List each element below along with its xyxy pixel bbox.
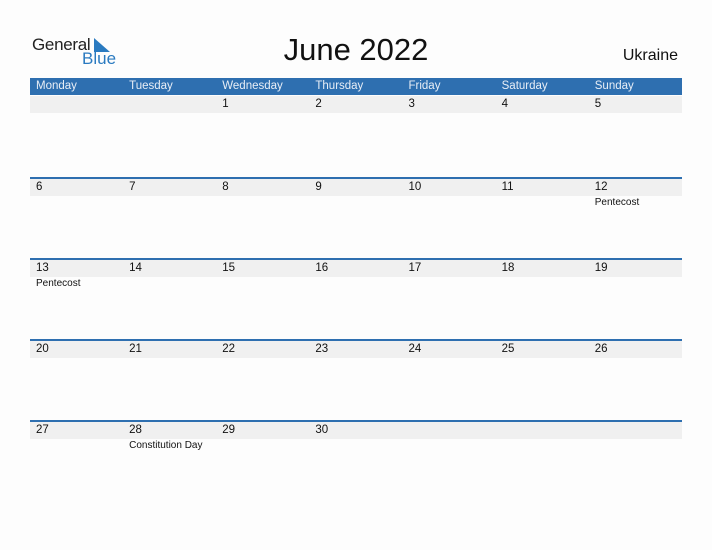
holiday-label xyxy=(496,439,589,453)
holiday-label xyxy=(123,196,216,210)
calendar-title: June 2022 xyxy=(283,32,429,67)
week-row: 13 14 15 16 17 18 19 Pentecost xyxy=(30,258,682,291)
holiday-label xyxy=(496,277,589,291)
day-number: 1 xyxy=(222,98,229,110)
weekday-saturday: Saturday xyxy=(501,80,548,92)
week-row: 20 21 22 23 24 25 26 xyxy=(30,339,682,358)
day-number: 19 xyxy=(594,262,608,274)
holiday-label xyxy=(589,277,682,291)
day-number: 3 xyxy=(408,98,415,110)
holiday-label: Pentecost xyxy=(36,278,81,289)
day-number: 14 xyxy=(129,262,142,274)
day-number: 2 xyxy=(315,98,322,110)
day-number: 28 xyxy=(129,424,142,436)
day-number: 10 xyxy=(408,181,422,193)
week-date-band: 13 14 15 16 17 18 19 xyxy=(30,260,682,277)
holiday-label xyxy=(309,196,402,210)
weekday-thursday: Thursday xyxy=(315,80,364,92)
week-row: 6 7 8 9 10 11 12 Pentecost xyxy=(30,177,682,210)
week-row: 1 2 3 4 5 xyxy=(30,96,682,113)
weekday-monday: Monday xyxy=(36,80,77,92)
holiday-label xyxy=(216,196,309,210)
holiday-label xyxy=(309,277,402,291)
holiday-label xyxy=(403,196,496,210)
day-number xyxy=(496,422,589,439)
holiday-label xyxy=(403,277,496,291)
day-number: 8 xyxy=(222,181,229,193)
week-holiday-row: Pentecost xyxy=(30,196,682,210)
day-number: 17 xyxy=(408,262,422,274)
holiday-label xyxy=(123,277,216,291)
day-number xyxy=(30,96,123,113)
day-number xyxy=(403,422,496,439)
day-number: 9 xyxy=(315,181,322,193)
weekday-tuesday: Tuesday xyxy=(129,80,173,92)
holiday-label xyxy=(30,439,123,453)
day-number: 12 xyxy=(594,181,608,193)
holiday-label: Pentecost xyxy=(594,197,640,208)
day-number: 22 xyxy=(222,343,236,355)
holiday-label xyxy=(30,196,123,210)
day-number xyxy=(123,96,216,113)
week-holiday-row: Constitution Day xyxy=(30,439,682,453)
day-number: 24 xyxy=(408,343,422,355)
weekday-friday: Friday xyxy=(408,80,441,92)
day-number: 11 xyxy=(501,181,514,193)
week-date-band: 27 28 29 30 xyxy=(30,422,682,439)
day-number: 21 xyxy=(129,343,142,355)
day-number: 23 xyxy=(315,343,329,355)
day-number: 7 xyxy=(129,181,136,193)
holiday-label xyxy=(403,439,496,453)
day-number: 27 xyxy=(36,424,49,436)
day-number: 13 xyxy=(36,262,49,274)
weekday-wednesday: Wednesday xyxy=(222,80,283,92)
day-number: 30 xyxy=(315,424,329,436)
week-holiday-row: Pentecost xyxy=(30,277,682,291)
holiday-label xyxy=(216,277,309,291)
holiday-label xyxy=(589,439,682,453)
day-number: 4 xyxy=(501,98,509,110)
holiday-label xyxy=(496,196,589,210)
week-row: 27 28 29 30 Constitution Day xyxy=(30,420,682,453)
day-number: 18 xyxy=(501,262,515,274)
day-number: 25 xyxy=(501,343,515,355)
day-number: 15 xyxy=(222,262,236,274)
day-number xyxy=(589,422,682,439)
day-number: 6 xyxy=(36,181,43,193)
day-number: 29 xyxy=(222,424,236,436)
week-date-band: 1 2 3 4 5 xyxy=(30,96,682,113)
day-number: 5 xyxy=(594,98,602,110)
holiday-label xyxy=(309,439,402,453)
holiday-label xyxy=(216,439,309,453)
weekday-header: Monday Tuesday Wednesday Thursday Friday… xyxy=(30,78,682,95)
week-date-band: 6 7 8 9 10 11 12 xyxy=(30,179,682,196)
week-date-band: 20 21 22 23 24 25 26 xyxy=(30,341,682,358)
weekday-sunday: Sunday xyxy=(594,80,634,92)
day-number: 16 xyxy=(315,262,329,274)
day-number: 26 xyxy=(594,343,608,355)
holiday-label: Constitution Day xyxy=(129,440,203,451)
country-label: Ukraine xyxy=(622,47,678,64)
day-number: 20 xyxy=(36,343,49,355)
